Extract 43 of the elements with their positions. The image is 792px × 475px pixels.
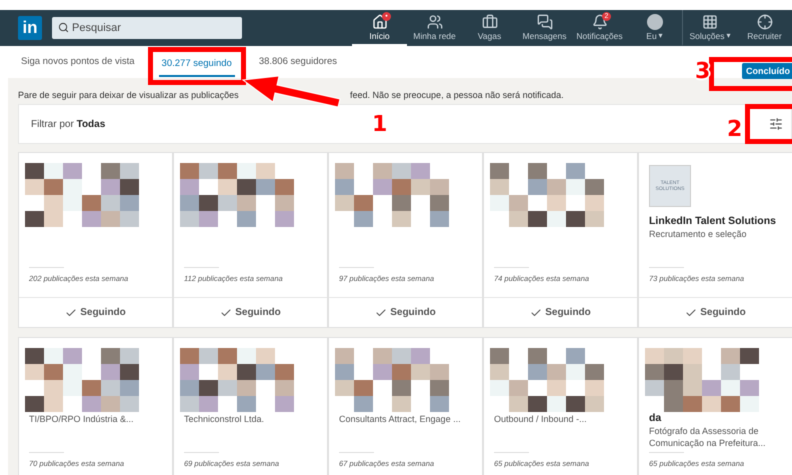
card-subtitle: Fotógrafo da Assessoria de Comunicação na Prefeitura... — [648, 425, 767, 449]
filter-button[interactable] — [768, 116, 784, 132]
crosshair-icon — [756, 14, 772, 30]
annotation-number: 2 — [727, 118, 742, 142]
check-icon — [220, 306, 232, 318]
card-subtitle: Recrutamento e seleção — [648, 228, 748, 240]
nav-item[interactable]: Vagas — [462, 10, 517, 46]
nav-item[interactable]: Mensagens — [517, 10, 572, 46]
annotation-number: 1 — [372, 113, 388, 137]
check-icon — [530, 306, 542, 318]
search-field[interactable]: Pesquisar — [52, 17, 242, 39]
info-text: feed. Não se preocupe, a pessoa não será notificada. — [350, 90, 564, 100]
tab[interactable]: 30.277 seguindo — [158, 52, 235, 77]
card-subtitle: Outbound / Inbound -... — [493, 413, 588, 425]
card-title: da — [648, 412, 662, 424]
check-icon — [375, 306, 388, 318]
nav-item[interactable]: Eu ▾ — [627, 10, 682, 46]
grid-icon — [702, 14, 718, 30]
sliders-icon — [769, 117, 783, 131]
annotation-number: 3 — [695, 60, 710, 84]
nav-item[interactable]: Minha rede — [407, 10, 462, 46]
card-subtitle: TI/BPO/RPO Indústria &... — [28, 413, 135, 425]
card-title: LinkedIn Talent Solutions — [648, 215, 777, 227]
tab[interactable]: Siga novos pontos de vista — [18, 46, 138, 78]
tab[interactable]: 38.806 seguidores — [256, 46, 340, 78]
filter-label: Filtrar por Todas — [31, 118, 106, 130]
card-subtitle: Techniconstrol Ltda. — [183, 413, 266, 425]
caret-icon: ▾ — [658, 31, 663, 40]
people-icon — [426, 14, 442, 30]
bell-icon — [592, 14, 608, 30]
logo[interactable]: in — [18, 16, 42, 40]
search-icon — [58, 22, 69, 33]
check-icon — [685, 306, 698, 318]
home-icon — [372, 14, 388, 30]
card-subtitle: Consultants Attract, Engage ... — [338, 413, 462, 425]
info-text: Pare de seguir para deixar de visualizar as publicações — [18, 90, 239, 100]
done-button[interactable]: Concluído — [742, 63, 792, 79]
nav-item[interactable]: Recruiter — [737, 10, 792, 46]
caret-icon: ▾ — [726, 31, 730, 40]
check-icon — [65, 306, 78, 318]
briefcase-icon — [482, 14, 498, 30]
chat-icon — [536, 14, 552, 30]
avatar — [646, 14, 662, 30]
